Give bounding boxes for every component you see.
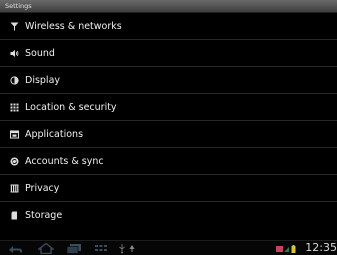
notification-icon bbox=[128, 243, 136, 254]
settings-item-applications[interactable]: Applications bbox=[0, 121, 337, 148]
wifi-icon bbox=[10, 22, 19, 31]
home-icon[interactable] bbox=[38, 243, 54, 254]
settings-item-location-security[interactable]: Location & security bbox=[0, 94, 337, 121]
speaker-icon bbox=[10, 49, 19, 58]
settings-item-label: Sound bbox=[25, 47, 55, 59]
settings-item-label: Location & security bbox=[25, 101, 117, 113]
settings-item-sound[interactable]: Sound bbox=[0, 40, 337, 67]
sync-icon bbox=[10, 157, 19, 166]
page-title: Settings bbox=[5, 2, 32, 10]
settings-item-label: Wireless & networks bbox=[25, 20, 122, 32]
system-bar: 12:35 bbox=[0, 240, 337, 255]
settings-item-label: Applications bbox=[25, 128, 84, 140]
settings-list: Wireless & networks Sound Display Locati… bbox=[0, 13, 337, 229]
settings-item-label: Storage bbox=[25, 210, 63, 221]
brightness-icon bbox=[10, 75, 19, 85]
menu-icon[interactable] bbox=[94, 243, 108, 254]
usb-icon bbox=[118, 243, 126, 254]
settings-item-storage[interactable]: Storage bbox=[0, 202, 337, 229]
applications-icon bbox=[10, 130, 19, 139]
settings-item-display[interactable]: Display bbox=[0, 67, 337, 94]
title-bar: Settings bbox=[0, 0, 337, 13]
storage-icon bbox=[10, 211, 19, 220]
settings-item-accounts-sync[interactable]: Accounts & sync bbox=[0, 148, 337, 175]
privacy-icon bbox=[10, 184, 19, 193]
settings-item-privacy[interactable]: Privacy bbox=[0, 175, 337, 202]
grid-icon bbox=[10, 103, 19, 112]
back-icon[interactable] bbox=[8, 243, 24, 254]
wifi-signal-icon bbox=[276, 243, 290, 254]
settings-item-label: Privacy bbox=[25, 182, 60, 194]
status-clock: 12:35 bbox=[305, 241, 337, 254]
settings-item-label: Display bbox=[25, 74, 61, 86]
recent-apps-icon[interactable] bbox=[66, 243, 82, 254]
settings-item-wireless[interactable]: Wireless & networks bbox=[0, 13, 337, 40]
battery-icon bbox=[291, 243, 296, 254]
settings-item-label: Accounts & sync bbox=[25, 155, 104, 167]
